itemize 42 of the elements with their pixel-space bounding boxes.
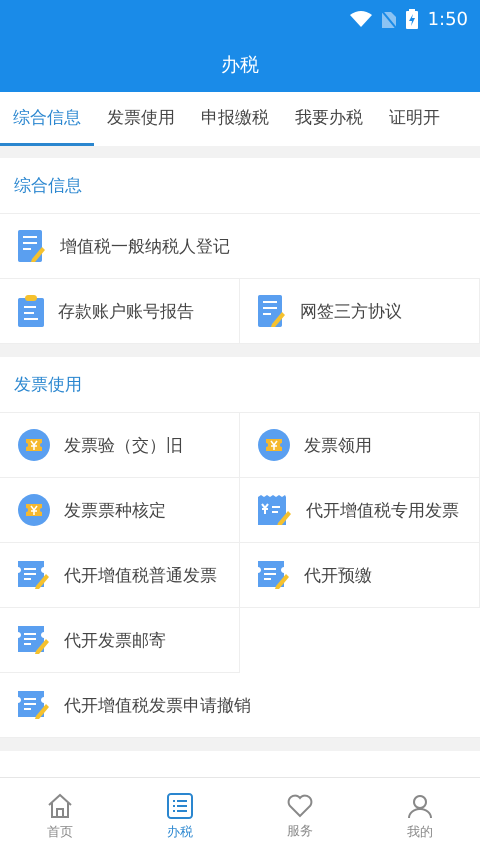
menu-item[interactable]: 发票验（交）旧 — [0, 413, 240, 478]
ticket-coin-icon — [258, 429, 290, 461]
document-pencil-icon — [258, 295, 286, 327]
tab[interactable]: 证明开 — [376, 92, 453, 146]
tab[interactable]: 发票使用 — [94, 92, 188, 146]
menu-item[interactable]: 存款账户账号报告 — [0, 279, 240, 344]
section-title: 综合信息 — [14, 175, 82, 197]
nav-tab[interactable]: 服务 — [240, 778, 360, 855]
receipt-pencil-icon — [18, 561, 50, 589]
receipt-pencil-icon — [258, 495, 292, 525]
section-title: 发票使用 — [14, 374, 82, 396]
receipt-pencil-icon — [258, 561, 290, 589]
nav-tab[interactable]: 办税 — [120, 778, 240, 855]
nav-tab[interactable]: 我的 — [360, 778, 480, 855]
menu-item[interactable]: 发票领用 — [240, 413, 480, 478]
menu-item[interactable]: 发票票种核定 — [0, 478, 240, 543]
menu-item[interactable]: 代开增值税发票申请撤销 — [0, 673, 480, 738]
no-sim-icon — [382, 10, 396, 28]
document-pencil-icon — [18, 230, 46, 262]
receipt-pencil-icon — [18, 626, 50, 654]
status-time: 1:50 — [428, 8, 468, 30]
menu-item[interactable]: 代开增值税普通发票 — [0, 543, 240, 608]
menu-item[interactable]: 代开发票邮寄 — [0, 608, 240, 673]
tab[interactable]: 申报缴税 — [188, 92, 282, 146]
nav-tab[interactable]: 首页 — [0, 778, 120, 855]
battery-charging-icon — [406, 9, 418, 29]
ticket-coin-icon — [18, 494, 50, 526]
person-icon — [407, 792, 433, 818]
menu-item[interactable]: 代开增值税专用发票 — [240, 478, 480, 543]
list-icon — [167, 792, 193, 818]
wifi-icon — [350, 11, 372, 27]
page-title: 办税 — [221, 53, 259, 78]
receipt-pencil-icon — [18, 691, 50, 719]
ticket-coin-icon — [18, 429, 50, 461]
home-icon — [47, 792, 73, 818]
clipboard-icon — [18, 295, 44, 327]
menu-item[interactable]: 代开预缴 — [240, 543, 480, 608]
tab[interactable]: 我要办税 — [282, 92, 376, 146]
heart-icon — [287, 794, 313, 818]
menu-item[interactable]: 网签三方协议 — [240, 279, 480, 344]
tab[interactable]: 综合信息 — [0, 92, 94, 146]
menu-item[interactable]: 增值税一般纳税人登记 — [0, 214, 480, 279]
